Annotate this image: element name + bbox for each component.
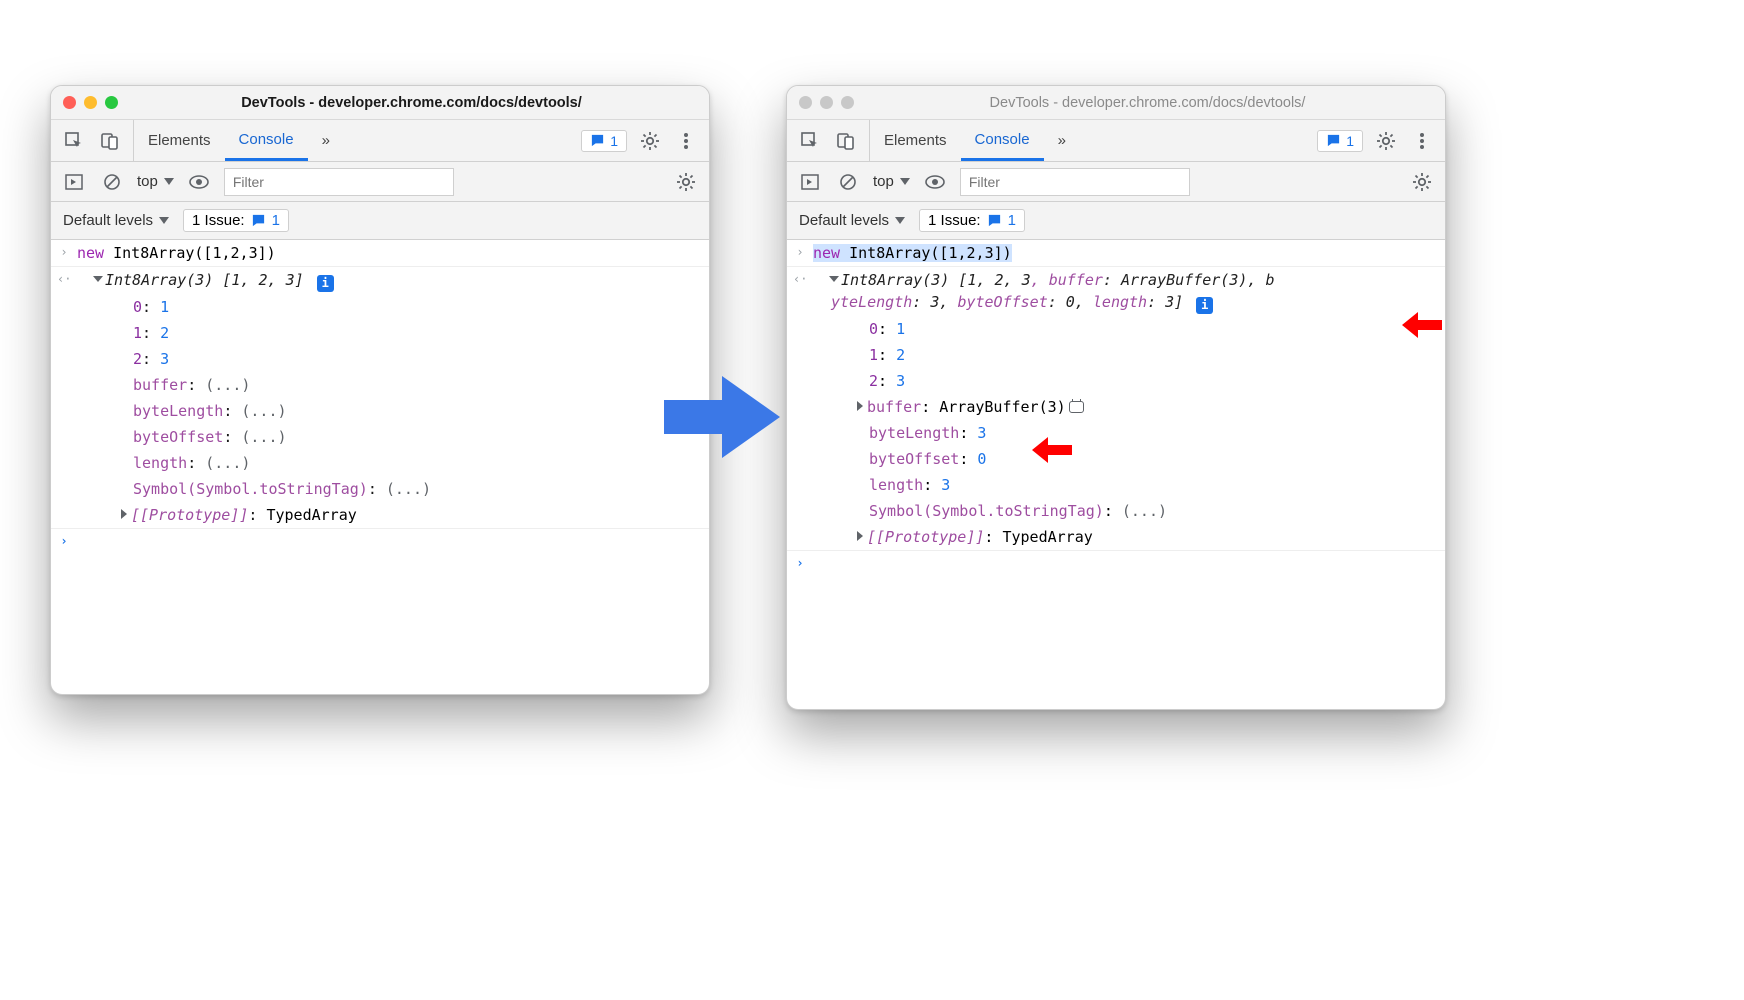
levels-selector[interactable]: Default levels [63, 212, 169, 229]
prop-row[interactable]: 2: 3 [787, 368, 1445, 394]
expand-icon[interactable] [857, 531, 863, 541]
prop-row[interactable]: byteLength: 3 [787, 420, 1445, 446]
devtools-tabbar: Elements Console » 1 [51, 120, 709, 162]
inspect-icon[interactable] [61, 128, 87, 154]
prop-row[interactable]: Symbol(Symbol.toStringTag): (...) [787, 498, 1445, 524]
clear-console-icon[interactable] [835, 169, 861, 195]
issues-badge[interactable]: 1 Issue: 1 [919, 209, 1025, 232]
device-toggle-icon[interactable] [97, 128, 123, 154]
prop-row[interactable]: buffer: (...) [51, 372, 709, 398]
prop-row[interactable]: Symbol(Symbol.toStringTag): (...) [51, 476, 709, 502]
console-toolbar: top [787, 162, 1445, 202]
filter-input[interactable] [224, 168, 454, 196]
prop-row[interactable]: byteOffset: (...) [51, 424, 709, 450]
info-icon[interactable]: i [1196, 297, 1213, 314]
traffic-lights [63, 96, 118, 109]
comparison-arrow-icon [664, 372, 780, 462]
devtools-tabbar: Elements Console » 1 [787, 120, 1445, 162]
devtools-window-after: DevTools - developer.chrome.com/docs/dev… [786, 85, 1446, 710]
info-icon[interactable]: i [317, 275, 334, 292]
prop-row[interactable]: byteOffset: 0 [787, 446, 1445, 472]
issues-badge[interactable]: 1 Issue: 1 [183, 209, 289, 232]
device-toggle-icon[interactable] [833, 128, 859, 154]
sidebar-toggle-icon[interactable] [61, 169, 87, 195]
console-input-row[interactable]: › new Int8Array([1,2,3]) [51, 240, 709, 267]
titlebar[interactable]: DevTools - developer.chrome.com/docs/dev… [787, 86, 1445, 120]
chevron-down-icon [900, 178, 910, 185]
messages-badge[interactable]: 1 [581, 130, 627, 152]
chevron-down-icon [164, 178, 174, 185]
prop-row[interactable]: 1: 2 [51, 320, 709, 346]
messages-count: 1 [610, 133, 618, 149]
live-expression-icon[interactable] [922, 169, 948, 195]
sidebar-toggle-icon[interactable] [797, 169, 823, 195]
console-settings-icon[interactable] [1409, 169, 1435, 195]
console-output: › new Int8Array([1,2,3]) ‹· Int8Array(3)… [51, 240, 709, 553]
levels-row: Default levels 1 Issue: 1 [51, 202, 709, 240]
tab-elements[interactable]: Elements [870, 120, 961, 161]
console-output: › new Int8Array([1,2,3]) ‹· Int8Array(3)… [787, 240, 1445, 575]
prop-row-buffer[interactable]: buffer: ArrayBuffer(3) [787, 394, 1445, 420]
prop-row[interactable]: [[Prototype]]: TypedArray [51, 502, 709, 529]
chevron-down-icon [895, 217, 905, 224]
prop-row[interactable]: byteLength: (...) [51, 398, 709, 424]
messages-badge[interactable]: 1 [1317, 130, 1363, 152]
prop-row[interactable]: 1: 2 [787, 342, 1445, 368]
expand-icon[interactable] [829, 276, 839, 282]
titlebar[interactable]: DevTools - developer.chrome.com/docs/dev… [51, 86, 709, 120]
minimize-icon[interactable] [820, 96, 833, 109]
context-selector[interactable]: top [137, 173, 174, 190]
inspect-icon[interactable] [797, 128, 823, 154]
console-toolbar: top [51, 162, 709, 202]
expand-icon[interactable] [93, 276, 103, 282]
live-expression-icon[interactable] [186, 169, 212, 195]
chevron-down-icon [159, 217, 169, 224]
settings-icon[interactable] [1373, 128, 1399, 154]
console-input-row[interactable]: › new Int8Array([1,2,3]) [787, 240, 1445, 267]
settings-icon[interactable] [637, 128, 663, 154]
tab-console[interactable]: Console [225, 120, 308, 161]
prop-row[interactable]: length: (...) [51, 450, 709, 476]
expand-icon[interactable] [121, 509, 127, 519]
prop-row[interactable]: [[Prototype]]: TypedArray [787, 524, 1445, 551]
zoom-icon[interactable] [105, 96, 118, 109]
expand-icon[interactable] [857, 401, 863, 411]
filter-input[interactable] [960, 168, 1190, 196]
more-icon[interactable] [673, 128, 699, 154]
annotation-arrow-icon [1032, 437, 1072, 463]
more-icon[interactable] [1409, 128, 1435, 154]
tab-elements[interactable]: Elements [134, 120, 225, 161]
console-prompt[interactable]: › [787, 551, 1445, 575]
console-result-summary[interactable]: ‹· Int8Array(3) [1, 2, 3, buffer: ArrayB… [787, 267, 1445, 316]
console-result-summary[interactable]: ‹· Int8Array(3) [1, 2, 3] i [51, 267, 709, 294]
levels-row: Default levels 1 Issue: 1 [787, 202, 1445, 240]
console-prompt[interactable]: › [51, 529, 709, 553]
memory-icon[interactable] [1069, 401, 1084, 413]
tab-console[interactable]: Console [961, 120, 1044, 161]
close-icon[interactable] [63, 96, 76, 109]
console-settings-icon[interactable] [673, 169, 699, 195]
close-icon[interactable] [799, 96, 812, 109]
tabs-overflow-icon[interactable]: » [1044, 120, 1080, 161]
prop-row[interactable]: 0: 1 [51, 294, 709, 320]
annotation-arrow-icon [1402, 312, 1442, 338]
tabs-overflow-icon[interactable]: » [308, 120, 344, 161]
window-title: DevTools - developer.chrome.com/docs/dev… [126, 95, 697, 111]
window-title: DevTools - developer.chrome.com/docs/dev… [862, 95, 1433, 111]
context-selector[interactable]: top [873, 173, 910, 190]
prop-row[interactable]: 2: 3 [51, 346, 709, 372]
zoom-icon[interactable] [841, 96, 854, 109]
minimize-icon[interactable] [84, 96, 97, 109]
clear-console-icon[interactable] [99, 169, 125, 195]
prop-row[interactable]: 0: 1 [787, 316, 1445, 342]
devtools-window-before: DevTools - developer.chrome.com/docs/dev… [50, 85, 710, 695]
levels-selector[interactable]: Default levels [799, 212, 905, 229]
messages-count: 1 [1346, 133, 1354, 149]
prop-row[interactable]: length: 3 [787, 472, 1445, 498]
traffic-lights [799, 96, 854, 109]
